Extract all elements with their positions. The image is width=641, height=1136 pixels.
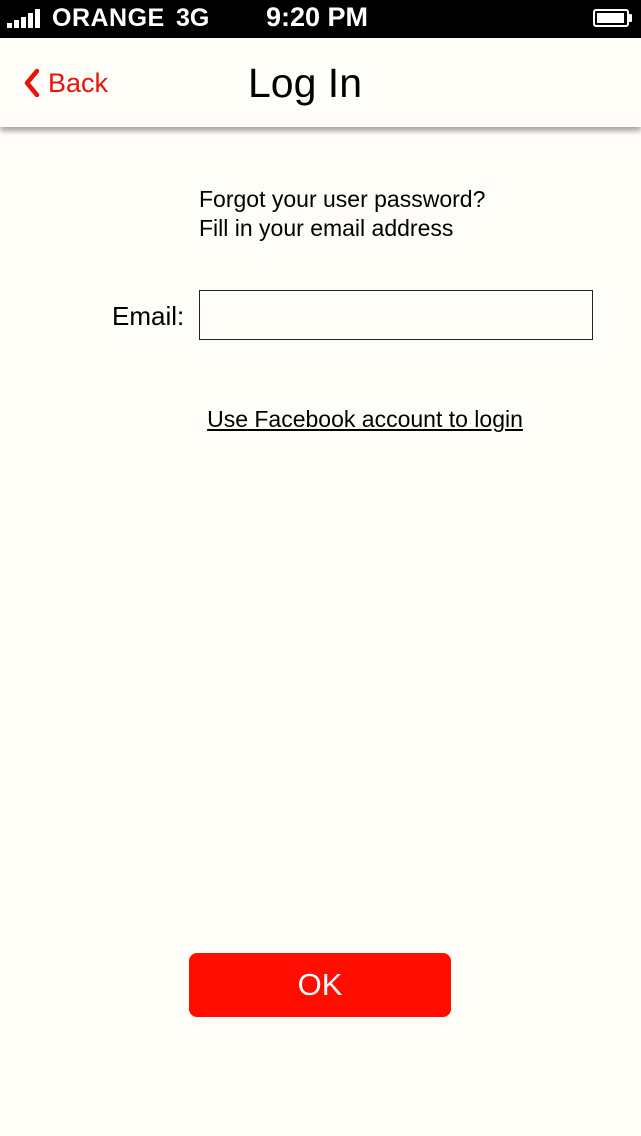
battery-icon [593,9,629,27]
network-type: 3G [176,4,210,32]
navigation-bar: Back Log In [0,38,641,127]
status-time: 9:20 PM [266,2,369,32]
status-bar: ORANGE 3G 9:20 PM [0,0,641,38]
instructions-line-2: Fill in your email address [199,215,454,241]
signal-strength-icon [7,9,40,28]
page-title: Log In [248,60,362,106]
email-label: Email: [112,301,185,331]
instructions-line-1: Forgot your user password? [199,186,486,212]
battery-tip [629,14,632,22]
email-field[interactable] [199,290,593,340]
instructions: Forgot your user password? Fill in your … [199,185,485,243]
carrier-name: ORANGE [52,4,165,32]
facebook-login-link[interactable]: Use Facebook account to login [0,405,641,434]
battery-level [597,13,624,23]
ok-button[interactable]: OK [189,953,451,1017]
